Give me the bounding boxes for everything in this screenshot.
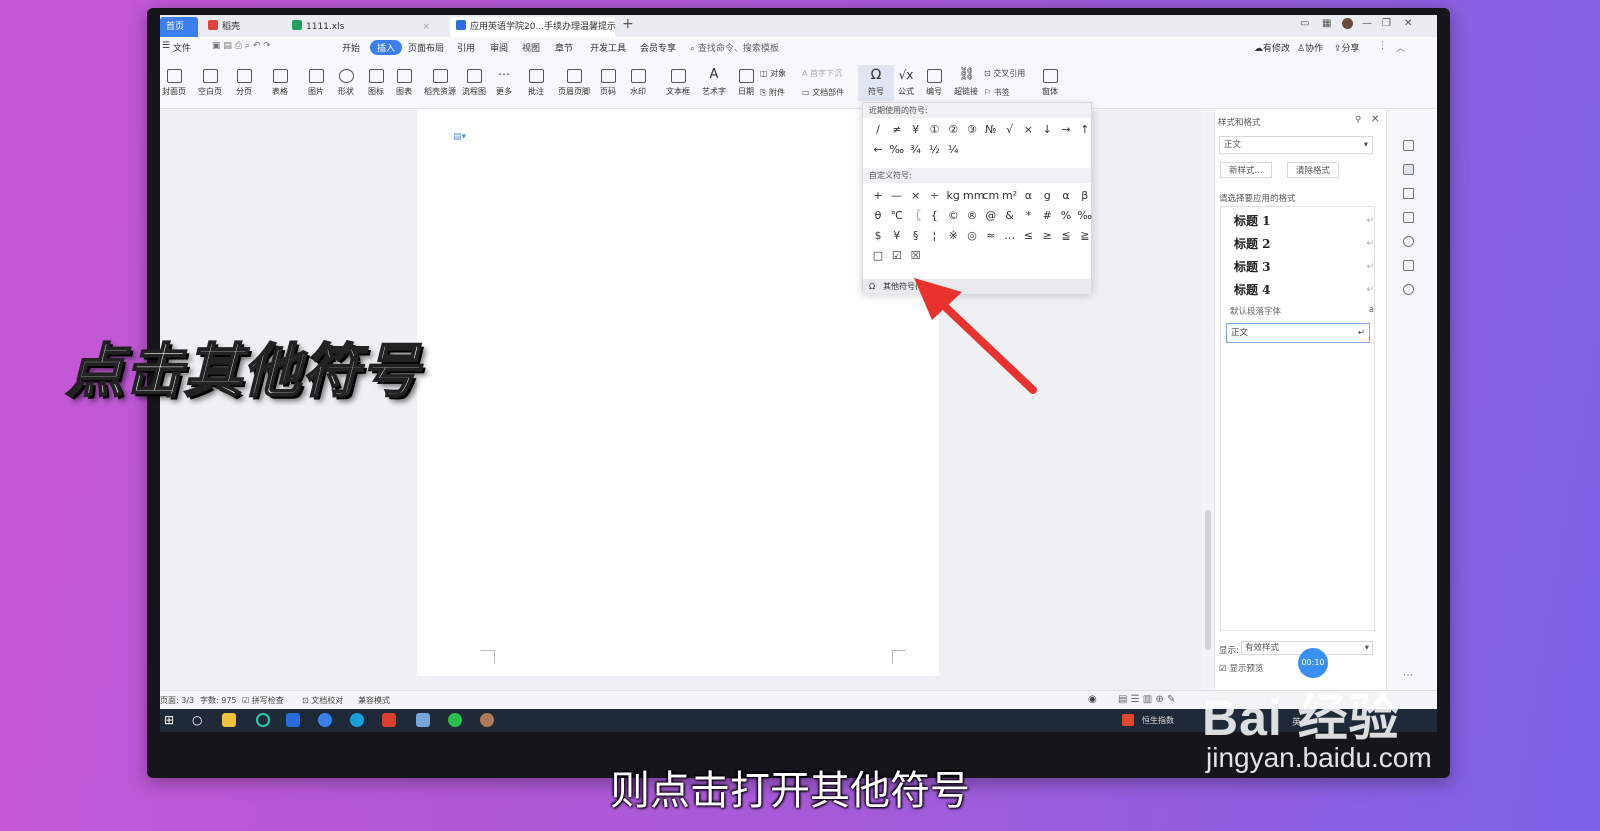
recording-timer: 00:10: [1298, 648, 1328, 678]
arrow-shaft: [934, 296, 1037, 394]
baidu-watermark-logo: Bai 经验: [1202, 690, 1400, 746]
video-subtitle: 则点击打开其他符号: [610, 768, 970, 814]
instruction-caption: 点击其他符号: [65, 336, 421, 406]
